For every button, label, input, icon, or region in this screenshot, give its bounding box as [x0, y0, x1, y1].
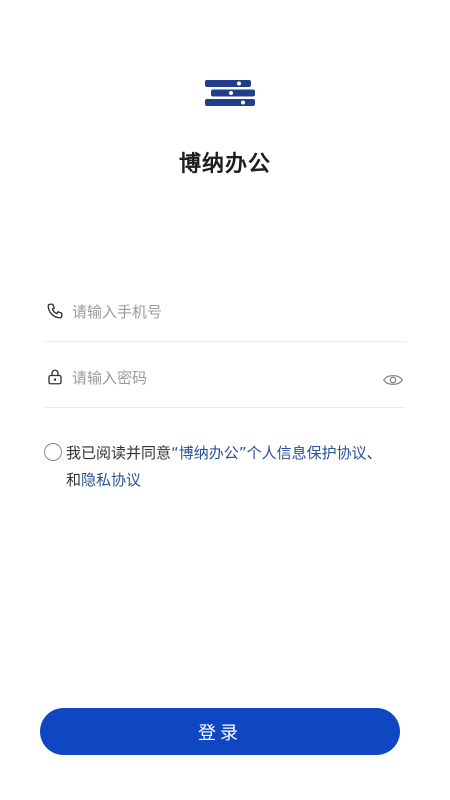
phone-icon — [47, 303, 63, 319]
privacy-info-link[interactable]: 个人信息保护协议 — [247, 444, 367, 462]
app-title: 博纳办公 — [178, 152, 271, 177]
phone-input[interactable] — [72, 298, 372, 326]
agreement-row: 我已阅读并同意“博纳办公”个人信息保护协议、和隐私协议 — [44, 440, 414, 494]
lock-icon — [48, 369, 62, 385]
eye-icon[interactable] — [383, 372, 403, 388]
agreement-prefix: 我已阅读并同意 — [66, 444, 172, 462]
app-name-link-close: ” — [238, 444, 247, 462]
agreement-separator: 、 — [366, 444, 382, 462]
privacy-policy-link[interactable]: 隐私协议 — [81, 471, 141, 489]
radio-circle-icon[interactable] — [44, 443, 62, 461]
password-input[interactable] — [72, 364, 372, 392]
agreement-text: 我已阅读并同意“博纳办公”个人信息保护协议、和隐私协议 — [44, 440, 414, 494]
agreement-and: 和 — [66, 471, 82, 489]
app-name-link[interactable]: 博纳办公 — [179, 444, 239, 462]
bona-logo-icon — [205, 80, 255, 106]
login-screen: 博纳办公 我已阅读并同意“博纳办公”个人信息保护协议、和隐私协议 登录 — [0, 0, 450, 800]
app-name-link-open: “ — [171, 444, 179, 462]
phone-field-row — [44, 284, 405, 342]
password-field-row — [44, 350, 405, 408]
login-button[interactable]: 登录 — [40, 708, 400, 755]
